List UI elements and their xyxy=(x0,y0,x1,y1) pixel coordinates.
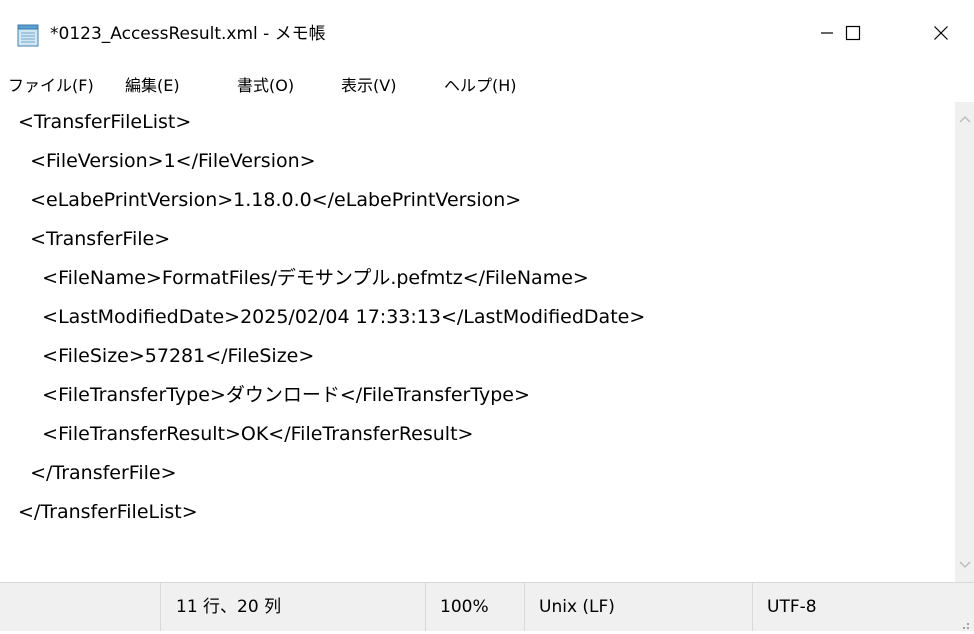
status-divider xyxy=(425,583,426,631)
window-title: *0123_AccessResult.xml - メモ帳 xyxy=(50,24,326,44)
maximize-icon xyxy=(845,25,861,41)
text-line: <FileTransferResult>OK</FileTransferResu… xyxy=(18,423,474,445)
text-line: <TransferFileList> xyxy=(18,111,192,133)
text-editor[interactable]: <TransferFileList> <FileVersion>1</FileV… xyxy=(0,102,955,582)
text-line: <FileSize>57281</FileSize> xyxy=(18,345,315,367)
chevron-down-icon xyxy=(959,561,970,568)
menu-help[interactable]: ヘルプ(H) xyxy=(444,66,517,102)
status-bar: 11 行、20 列 100% Unix (LF) UTF-8 xyxy=(0,582,974,631)
notepad-icon[interactable] xyxy=(16,24,42,48)
line-ending: Unix (LF) xyxy=(539,597,615,617)
menu-format[interactable]: 書式(O) xyxy=(237,66,294,102)
scroll-down-button[interactable] xyxy=(955,556,974,573)
text-line: <eLabePrintVersion>1.18.0.0</eLabePrintV… xyxy=(18,189,522,211)
text-line: <FileTransferType>ダウンロード</FileTransferTy… xyxy=(18,384,530,406)
resize-grip-icon[interactable] xyxy=(958,615,970,634)
cursor-position: 11 行、20 列 xyxy=(176,597,282,617)
status-divider xyxy=(752,583,753,631)
menu-view[interactable]: 表示(V) xyxy=(341,66,396,102)
status-divider xyxy=(160,583,161,631)
maximize-button[interactable] xyxy=(820,0,886,66)
zoom-level: 100% xyxy=(440,597,489,617)
close-button[interactable] xyxy=(908,0,974,66)
status-divider xyxy=(524,583,525,631)
vertical-scrollbar[interactable] xyxy=(955,102,974,582)
text-line: </TransferFile> xyxy=(18,462,177,484)
chevron-up-icon xyxy=(959,115,970,122)
text-line: <LastModifiedDate>2025/02/04 17:33:13</L… xyxy=(18,306,646,328)
menu-file[interactable]: ファイル(F) xyxy=(8,66,94,102)
scroll-up-button[interactable] xyxy=(955,110,974,127)
encoding: UTF-8 xyxy=(767,597,817,617)
text-line: </TransferFileList> xyxy=(18,501,198,523)
menu-bar: ファイル(F) 編集(E) 書式(O) 表示(V) ヘルプ(H) xyxy=(0,66,974,102)
close-icon xyxy=(934,26,948,40)
menu-edit[interactable]: 編集(E) xyxy=(125,66,180,102)
title-bar[interactable]: *0123_AccessResult.xml - メモ帳 xyxy=(0,0,974,66)
text-line: <FileName>FormatFiles/デモサンプル.pefmtz</Fil… xyxy=(18,267,589,289)
text-line: <TransferFile> xyxy=(18,228,171,250)
text-line: <FileVersion>1</FileVersion> xyxy=(18,150,316,172)
